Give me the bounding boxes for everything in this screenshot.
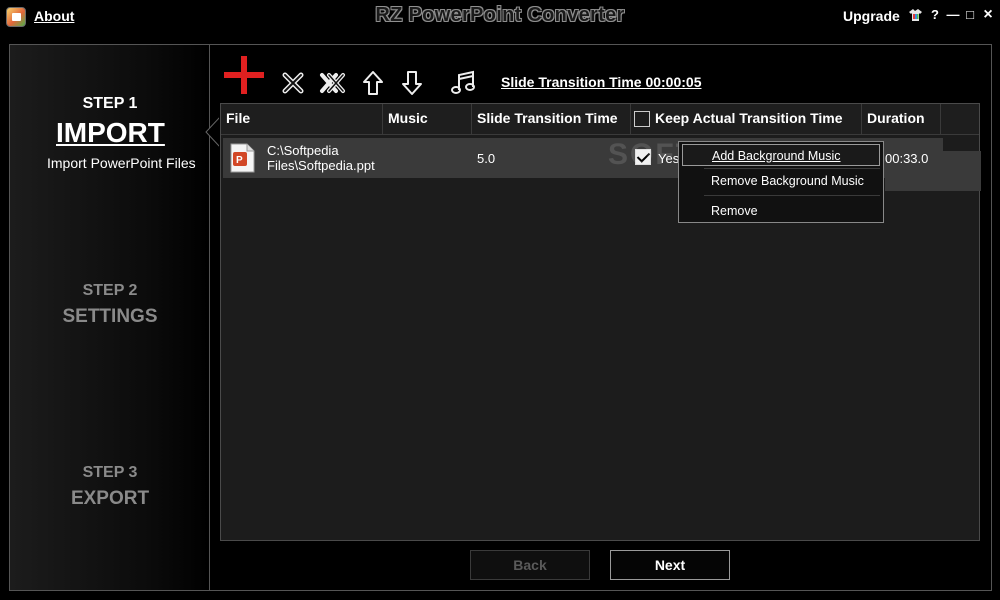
menu-item-label: Remove [711,204,758,218]
remove-all-icon[interactable] [319,71,347,95]
maximize-button[interactable]: □ [963,8,977,22]
column-header-slide-transition-time[interactable]: Slide Transition Time [472,104,631,134]
context-menu: Add Background Music Remove Background M… [678,141,884,223]
column-header-music[interactable]: Music [383,104,472,134]
keep-actual-all-checkbox[interactable] [634,111,650,127]
step-3-number: STEP 3 [82,464,138,481]
step-1-name[interactable]: IMPORT [56,117,165,149]
slide-transition-time-cell: 5.0 [477,151,496,166]
step-1-number: STEP 1 [82,95,138,112]
music-icon[interactable] [450,70,476,96]
file-path-line-1: C:\Softpedia [267,143,339,158]
move-down-icon[interactable] [401,70,423,96]
duration-cell: 00:33.0 [885,151,929,166]
close-button[interactable]: × [981,7,995,23]
title-bar: About RZ PowerPoint Converter Upgrade ? … [0,0,1000,34]
menu-item-remove[interactable]: Remove [682,200,880,222]
step-2-number: STEP 2 [82,282,138,299]
column-header-duration[interactable]: Duration [862,104,941,134]
file-path: C:\Softpedia Files\Softpedia.ppt [267,143,375,173]
step-1-description: Import PowerPoint Files [47,155,196,171]
minimize-button[interactable]: — [946,8,960,22]
step-2-name: SETTINGS [62,306,158,327]
step-3-name: EXPORT [70,488,150,509]
remove-icon[interactable] [281,71,305,95]
upgrade-link[interactable]: Upgrade [843,8,900,24]
table-header: File Music Slide Transition Time Keep Ac… [221,104,979,135]
move-up-icon[interactable] [362,70,384,96]
next-button[interactable]: Next [610,550,730,580]
column-header-file[interactable]: File [221,104,383,134]
menu-item-add-background-music[interactable]: Add Background Music [682,144,880,166]
help-button[interactable]: ? [928,8,942,22]
menu-item-remove-background-music[interactable]: Remove Background Music [682,170,880,192]
file-path-line-2: Files\Softpedia.ppt [267,158,375,173]
menu-separator [704,195,880,196]
skin-shirt-icon[interactable] [909,9,922,21]
add-icon[interactable] [222,54,266,96]
slide-transition-time-link[interactable]: Slide Transition Time 00:00:05 [501,74,701,90]
powerpoint-file-icon: P [230,143,255,173]
menu-item-label: Add Background Music [712,149,841,163]
menu-item-label: Remove Background Music [711,174,864,188]
back-button[interactable]: Back [470,550,590,580]
active-step-pointer-icon [205,117,220,147]
steps-panel: STEP 1 IMPORT Import PowerPoint Files ST… [10,45,220,590]
column-header-keep-actual-transition-time[interactable]: Keep Actual Transition Time [631,104,862,134]
svg-text:P: P [236,155,243,166]
menu-separator [704,168,880,169]
